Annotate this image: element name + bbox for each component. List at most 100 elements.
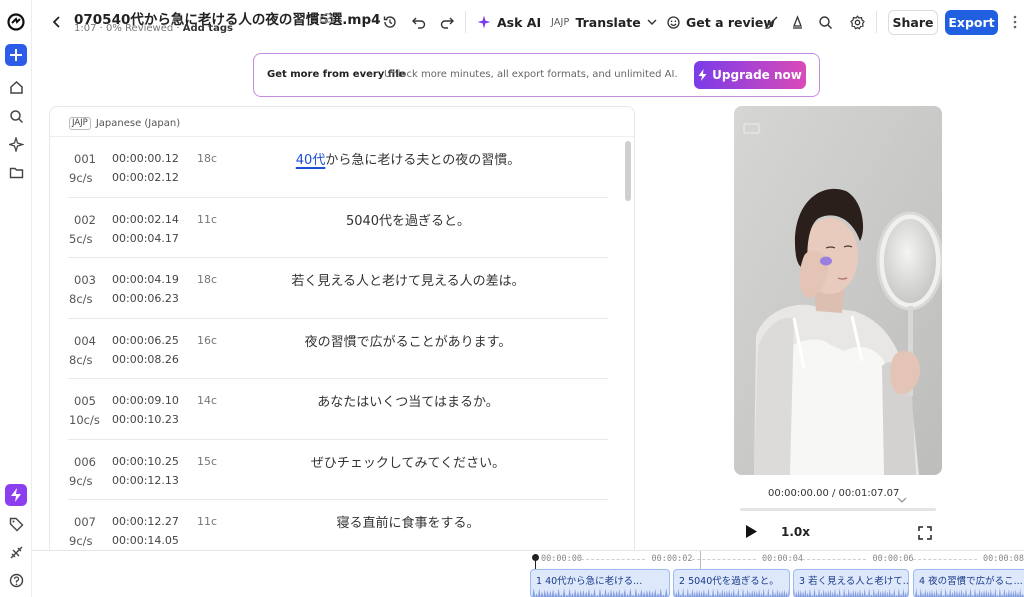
start-time[interactable]: 00:00:04.19 xyxy=(112,273,179,286)
transcript-row[interactable]: 006 9c/s 00:00:10.25 00:00:12.13 15c ぜひチェックして… xyxy=(50,440,608,500)
clip-label: 1 40代から急に老ける... xyxy=(536,576,643,587)
upgrade-now-button[interactable]: Upgrade now xyxy=(694,61,806,89)
banner-subtitle: Unlock more minutes, all export formats,… xyxy=(384,69,678,80)
play-icon[interactable] xyxy=(744,524,758,539)
chevron-down-icon[interactable] xyxy=(897,489,907,503)
integrations-icon[interactable] xyxy=(5,541,27,563)
transcript-row[interactable]: 002 5c/s 00:00:02.14 00:00:04.17 11c 5040代を過ぎ… xyxy=(50,198,608,258)
timeline-ruler xyxy=(691,559,756,560)
translate-label: Translate xyxy=(575,14,641,30)
audio-waveform xyxy=(914,588,1024,597)
end-time[interactable]: 00:00:14.05 xyxy=(112,534,179,547)
bolt-upgrade-button[interactable] xyxy=(5,484,27,506)
more-options-icon[interactable] xyxy=(1012,14,1018,30)
playback-speed[interactable]: 1.0x xyxy=(781,525,810,539)
caption-text-body[interactable]: 寝る直前に食事をする。 xyxy=(336,516,479,531)
transcript-row[interactable]: 003 8c/s 00:00:04.19 00:00:06.23 18c 若く見える人と老… xyxy=(50,258,608,319)
timeline-ruler xyxy=(912,559,977,560)
caption-text[interactable]: 寝る直前に食事をする。 xyxy=(240,512,576,531)
folder-icon[interactable] xyxy=(5,161,27,183)
transcript-row[interactable]: 005 10c/s 00:00:09.10 00:00:10.23 14c あなたはいくつ… xyxy=(50,379,608,440)
search-icon[interactable] xyxy=(5,105,27,127)
caption-text[interactable]: 5040代を過ぎると。 xyxy=(240,210,576,229)
chevron-down-icon xyxy=(647,19,657,25)
transcript-row[interactable]: 007 9c/s 00:00:12.27 00:00:14.05 11c 寝る直前に食事を… xyxy=(50,500,608,556)
redo-icon[interactable] xyxy=(438,13,456,31)
row-number: 007 xyxy=(74,515,96,529)
highlighted-word[interactable]: 40代 xyxy=(296,153,326,168)
caption-text[interactable]: 若く見える人と老けて見える人の差は。 xyxy=(240,270,576,289)
chars-per-second: 8c/s xyxy=(69,352,93,367)
stamp-icon[interactable] xyxy=(788,13,806,31)
app-logo-icon[interactable] xyxy=(5,11,27,33)
char-count: 14c xyxy=(197,394,218,407)
fullscreen-icon[interactable] xyxy=(918,525,932,540)
get-review-button[interactable]: Get a review xyxy=(667,13,775,31)
back-chevron-icon[interactable] xyxy=(50,14,64,30)
help-icon[interactable] xyxy=(5,569,27,591)
timeline[interactable]: 00:00:00 00:00:02 00:00:04 00:00:06 00:00:08… xyxy=(32,550,1024,597)
search-icon[interactable] xyxy=(816,13,834,31)
scrollbar-thumb[interactable] xyxy=(625,141,631,201)
end-time[interactable]: 00:00:10.23 xyxy=(112,413,179,426)
transcript-row[interactable]: 004 8c/s 00:00:06.25 00:00:08.26 16c 夜の習慣で広がる… xyxy=(50,319,608,379)
sparkle-icon[interactable] xyxy=(5,133,27,155)
row-number: 006 xyxy=(74,454,96,469)
audio-waveform xyxy=(531,588,669,597)
caption-text-body[interactable]: 5040代を過ぎると。 xyxy=(346,214,470,229)
audio-waveform xyxy=(794,588,908,597)
timeline-clip[interactable]: 2 5040代を過ぎると。 xyxy=(673,569,790,597)
translate-button[interactable]: JAJP Translate xyxy=(551,13,657,31)
start-time[interactable]: 00:00:00.12 xyxy=(112,152,179,165)
brush-icon[interactable] xyxy=(762,13,780,31)
settings-gear-icon[interactable] xyxy=(848,13,866,31)
timeline-clip[interactable]: 1 40代から急に老ける... xyxy=(530,569,670,597)
video-preview[interactable] xyxy=(734,106,942,475)
caption-text[interactable]: ぜひチェックしてみてください。 xyxy=(240,452,576,471)
caption-text[interactable]: あなたはいくつ当てはまるか。 xyxy=(240,391,576,410)
start-time[interactable]: 00:00:02.14 xyxy=(112,213,179,226)
undo-icon[interactable] xyxy=(410,13,428,31)
char-count: 11c xyxy=(197,515,218,528)
toolbar-divider xyxy=(465,11,466,33)
caption-text-body[interactable]: から急に老ける夫との夜の習慣。 xyxy=(325,153,520,168)
start-time[interactable]: 00:00:06.25 xyxy=(112,334,179,347)
chars-per-second: 8c/s xyxy=(69,292,93,306)
timeline-ruler xyxy=(581,559,645,560)
timeline-clip[interactable]: 4 夜の習慣で広がるこ... xyxy=(913,569,1024,597)
row-number: 003 xyxy=(74,273,96,287)
end-time[interactable]: 00:00:06.23 xyxy=(112,292,179,305)
tag-icon[interactable] xyxy=(5,513,27,535)
caption-text-body[interactable]: 夜の習慣で広がることがあります。 xyxy=(305,335,512,350)
share-button[interactable]: Share xyxy=(888,10,938,35)
chars-per-second: 5c/s xyxy=(69,231,93,246)
duration-text: 1:07 xyxy=(74,23,97,34)
caption-text[interactable]: 40代から急に老ける夫との夜の習慣。 xyxy=(240,149,576,168)
add-tags-link[interactable]: Add tags xyxy=(183,23,233,34)
end-time[interactable]: 00:00:04.17 xyxy=(112,232,179,245)
char-count: 18c xyxy=(197,273,218,286)
caption-text-body[interactable]: ぜひチェックしてみてください。 xyxy=(311,456,505,471)
end-time[interactable]: 00:00:08.26 xyxy=(112,353,179,366)
history-icon[interactable] xyxy=(381,13,399,31)
row-number: 002 xyxy=(74,212,96,227)
caption-text[interactable]: 夜の習慣で広がることがあります。 xyxy=(240,331,576,350)
playback-progress-bar[interactable] xyxy=(740,508,936,511)
start-time[interactable]: 00:00:10.25 xyxy=(112,455,179,468)
reviewed-text: · 0% Reviewed · xyxy=(96,23,183,34)
end-time[interactable]: 00:00:02.12 xyxy=(112,171,179,184)
ask-ai-button[interactable]: Ask AI xyxy=(477,13,541,31)
start-time[interactable]: 00:00:09.10 xyxy=(112,394,179,407)
end-time[interactable]: 00:00:12.13 xyxy=(112,474,179,487)
home-icon[interactable] xyxy=(5,76,27,98)
new-file-button[interactable] xyxy=(5,44,27,66)
export-button[interactable]: Export xyxy=(945,10,998,35)
timeline-clip[interactable]: 3 若く見える人と老けて... xyxy=(793,569,909,597)
timeline-tick-label: 00:00:06 xyxy=(872,554,914,564)
caption-text-body[interactable]: 若く見える人と老けて見える人の差は。 xyxy=(291,274,524,289)
start-time[interactable]: 00:00:12.27 xyxy=(112,515,179,528)
caption-text-body[interactable]: あなたはいくつ当てはまるか。 xyxy=(317,395,498,410)
transcript-row[interactable]: 001 9c/s 00:00:00.12 00:00:02.12 18c 40代から急に老… xyxy=(50,137,608,198)
playback-time[interactable]: 00:00:00.00 / 00:01:07.07 xyxy=(768,488,899,499)
transcript-language[interactable]: JAJP Japanese (Japan) xyxy=(69,116,180,130)
